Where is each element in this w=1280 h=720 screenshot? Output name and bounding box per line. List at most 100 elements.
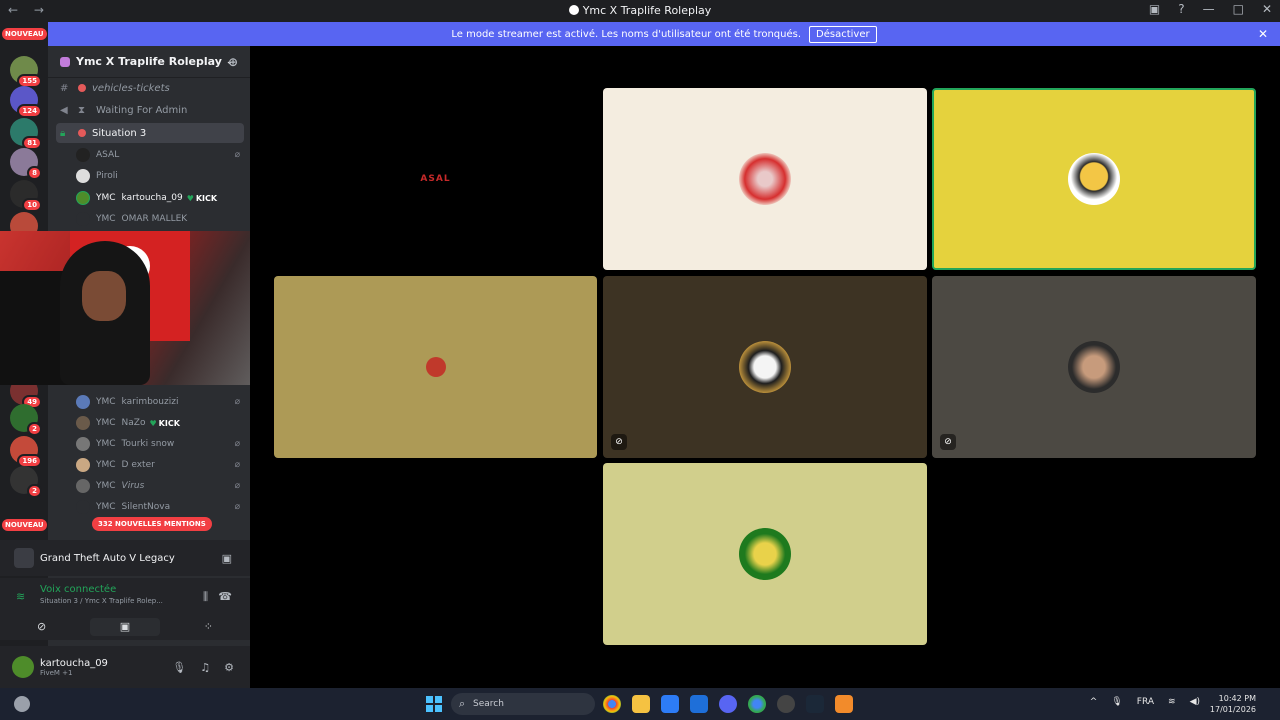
microphone-tray-icon[interactable]: 🎙︎ (1111, 697, 1122, 707)
voice-user[interactable]: ASAL ⌀ (76, 145, 244, 165)
server-icon-1[interactable]: 155 (10, 56, 42, 88)
channel-vehicles-tickets[interactable]: # vehicles-tickets (56, 78, 244, 98)
minimize-button[interactable]: — (1203, 2, 1215, 16)
channel-waiting-for-admin[interactable]: ◀ ⧗ Waiting For Admin (56, 100, 244, 120)
channel-situation-3[interactable]: 🔒︎ Situation 3 (56, 123, 244, 143)
voice-user[interactable]: YMC NaZoKICK (76, 413, 244, 433)
server-icon-5[interactable]: 10 (10, 180, 42, 212)
user-tag: YMC (96, 439, 116, 449)
voice-user[interactable]: Piroli (76, 166, 244, 186)
server-icon-3[interactable]: 81 (10, 118, 42, 150)
video-tile[interactable] (603, 88, 927, 270)
no-entry-icon (78, 129, 86, 137)
voice-user[interactable]: YMC D exter ⌀ (76, 455, 244, 475)
steam-icon[interactable] (806, 695, 824, 713)
clock-time: 10:42 PM (1218, 694, 1256, 703)
video-tile-speaking[interactable] (932, 88, 1256, 270)
username: kartoucha_09 (40, 657, 108, 669)
stream-off-icon[interactable]: ⊘ (611, 434, 627, 450)
activities-button[interactable]: ⁘ (173, 618, 243, 636)
mail-icon[interactable] (690, 695, 708, 713)
avatar (76, 416, 90, 430)
signal-icon[interactable]: ≋ (16, 590, 25, 603)
voice-connected-panel: ≋ Voix connectée Situation 3 / Ymc X Tra… (0, 578, 250, 614)
screen-share-icon[interactable]: ▣ (222, 552, 232, 565)
maximize-button[interactable]: □ (1233, 2, 1244, 16)
game-name: Grand Theft Auto V Legacy (40, 552, 175, 564)
activity-panel: Grand Theft Auto V Legacy ▣ (0, 540, 250, 576)
store-icon[interactable] (661, 695, 679, 713)
server-icon-10[interactable]: 2 (10, 466, 42, 498)
avatar (76, 191, 90, 205)
video-tile[interactable] (274, 276, 597, 458)
tile-logo: ASAL (420, 174, 451, 184)
server-icon-8[interactable]: 2 (10, 404, 42, 436)
settings-gear-icon[interactable]: ⚙ (224, 661, 234, 674)
file-explorer-icon[interactable] (632, 695, 650, 713)
voice-user[interactable]: YMC karimbouzizi ⌀ (76, 392, 244, 412)
user-tag: YMC (96, 418, 116, 428)
user-status: FiveM +1 (40, 668, 73, 677)
close-button[interactable]: ✕ (1262, 2, 1272, 16)
user-tag: YMC (96, 214, 116, 224)
close-banner-icon[interactable]: ✕ (1258, 27, 1268, 41)
video-tile[interactable]: ⊘ (603, 276, 927, 458)
mic-muted-icon: ⌀ (234, 481, 240, 491)
noise-suppression-icon[interactable]: ⫼ (203, 590, 208, 604)
taskbar-search[interactable]: Search (451, 693, 595, 715)
chrome-profile-icon[interactable] (748, 695, 766, 713)
wifi-icon[interactable]: ≋ (1168, 697, 1176, 707)
user-tag: YMC (96, 502, 116, 512)
invite-icon[interactable]: ⊕ (228, 55, 238, 69)
avatar (76, 212, 90, 226)
disable-streamer-button[interactable]: Désactiver (809, 25, 877, 43)
app-icon[interactable] (835, 695, 853, 713)
language-indicator[interactable]: FRA (1137, 697, 1154, 707)
user-name: NaZo (121, 418, 146, 428)
microphone-icon[interactable]: 🎙︎ (172, 661, 186, 674)
user-info[interactable]: kartoucha_09 FiveM +1 (40, 658, 108, 677)
window-title-wrap: Ymc X Traplife Roleplay (0, 4, 1280, 17)
disconnect-icon[interactable]: ☎ (218, 590, 232, 603)
participant-avatar (739, 528, 791, 580)
participant-avatar (1068, 153, 1120, 205)
avatar (76, 458, 90, 472)
user-tag: YMC (96, 397, 116, 407)
tray-chevron-icon[interactable]: ^ (1090, 697, 1098, 707)
new-mentions-pill[interactable]: 332 NOUVELLES MENTIONS (92, 517, 212, 531)
server-icon-9[interactable]: 196 (10, 436, 42, 468)
app-icon[interactable] (777, 695, 795, 713)
mic-muted-icon: ⌀ (234, 502, 240, 512)
clock[interactable]: 10:42 PM 17/01/2026 (1210, 693, 1256, 715)
stream-off-icon[interactable]: ⊘ (940, 434, 956, 450)
voice-user[interactable]: YMC Tourki snow ⌀ (76, 434, 244, 454)
start-button[interactable] (426, 696, 442, 712)
help-icon[interactable]: ? (1178, 2, 1184, 16)
inbox-icon[interactable]: ▣ (1149, 2, 1160, 16)
video-tile[interactable]: ASAL (274, 88, 597, 270)
voice-user[interactable]: YMC SilentNova ⌀ (76, 497, 244, 517)
chrome-icon[interactable] (603, 695, 621, 713)
voice-user[interactable]: YMC OMAR MALLEK (76, 209, 244, 229)
server-icon-4[interactable]: 8 (10, 148, 42, 180)
user-tag: YMC (96, 193, 116, 203)
voice-user[interactable]: YMC kartoucha_09 KICK (76, 188, 244, 208)
voice-action-buttons: ⊘ ▣ ⁘ (0, 614, 250, 640)
title-bar: ← → Ymc X Traplife Roleplay ▣ ? — □ ✕ (0, 0, 1280, 22)
widgets-icon[interactable] (14, 696, 30, 712)
participant-avatar (739, 341, 791, 393)
user-name: Tourki snow (121, 439, 175, 449)
banner-text: Le mode streamer est activé. Les noms d'… (451, 28, 802, 40)
server-icon-2[interactable]: 124 (10, 86, 42, 118)
discord-icon[interactable] (719, 695, 737, 713)
server-badge: 2 (27, 422, 42, 436)
headphones-icon[interactable]: ♫ (200, 661, 210, 674)
user-avatar[interactable] (12, 656, 34, 678)
voice-user[interactable]: YMC Virus ⌀ (76, 476, 244, 496)
volume-icon[interactable]: ◀) (1190, 697, 1200, 707)
screen-share-button[interactable]: ▣ (89, 618, 160, 636)
server-header[interactable]: Ymc X Traplife Roleplay ⌄ ⊕ (48, 46, 250, 78)
camera-off-button[interactable]: ⊘ (7, 618, 77, 636)
video-tile[interactable] (603, 463, 927, 645)
video-tile[interactable]: ⊘ (932, 276, 1256, 458)
